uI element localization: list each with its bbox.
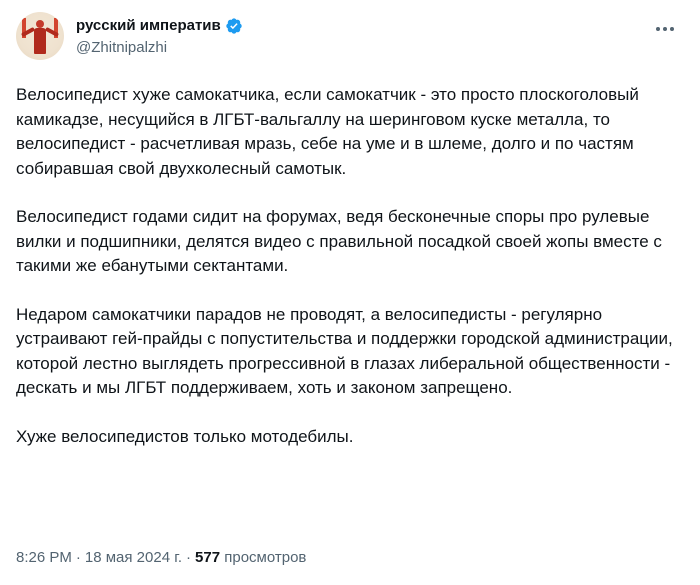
tweet-time: 8:26 PM [16, 549, 72, 566]
tweet-paragraph-3: Недаром самокатчики парадов не проводят,… [16, 304, 673, 398]
views-label[interactable]: просмотров [224, 549, 306, 566]
tweet-header: русский императив @Zhitnipalzhi [16, 12, 684, 64]
display-name[interactable]: русский императив [76, 16, 221, 36]
tweet-date: 18 мая 2024 г. [84, 549, 183, 566]
tweet-paragraph-1: Велосипедист хуже самокатчика, если само… [16, 85, 639, 178]
meta-separator: · [75, 549, 81, 566]
avatar-figure [33, 20, 47, 54]
user-handle[interactable]: @Zhitnipalzhi [76, 38, 243, 58]
meta-separator: · [186, 549, 192, 566]
tweet-meta: 8:26 PM · 18 мая 2024 г. · 577 просмотров [16, 547, 306, 569]
more-dot [656, 27, 660, 31]
avatar[interactable] [16, 12, 64, 60]
user-names: русский императив @Zhitnipalzhi [76, 16, 243, 58]
verified-badge-icon[interactable] [225, 17, 243, 35]
more-dot [663, 27, 667, 31]
tweet-timestamp[interactable]: 8:26 PM · 18 мая 2024 г. [16, 549, 182, 566]
tweet-paragraph-2: Велосипедист годами сидит на форумах, ве… [16, 207, 662, 275]
more-dots-icon[interactable] [654, 18, 676, 40]
views-count[interactable]: 577 [195, 549, 220, 566]
tweet-paragraph-4: Хуже велосипедистов только мотодебилы. [16, 426, 354, 446]
more-dot [670, 27, 674, 31]
display-name-row: русский императив [76, 16, 243, 36]
tweet-text: Велосипедист хуже самокатчика, если само… [16, 83, 684, 449]
